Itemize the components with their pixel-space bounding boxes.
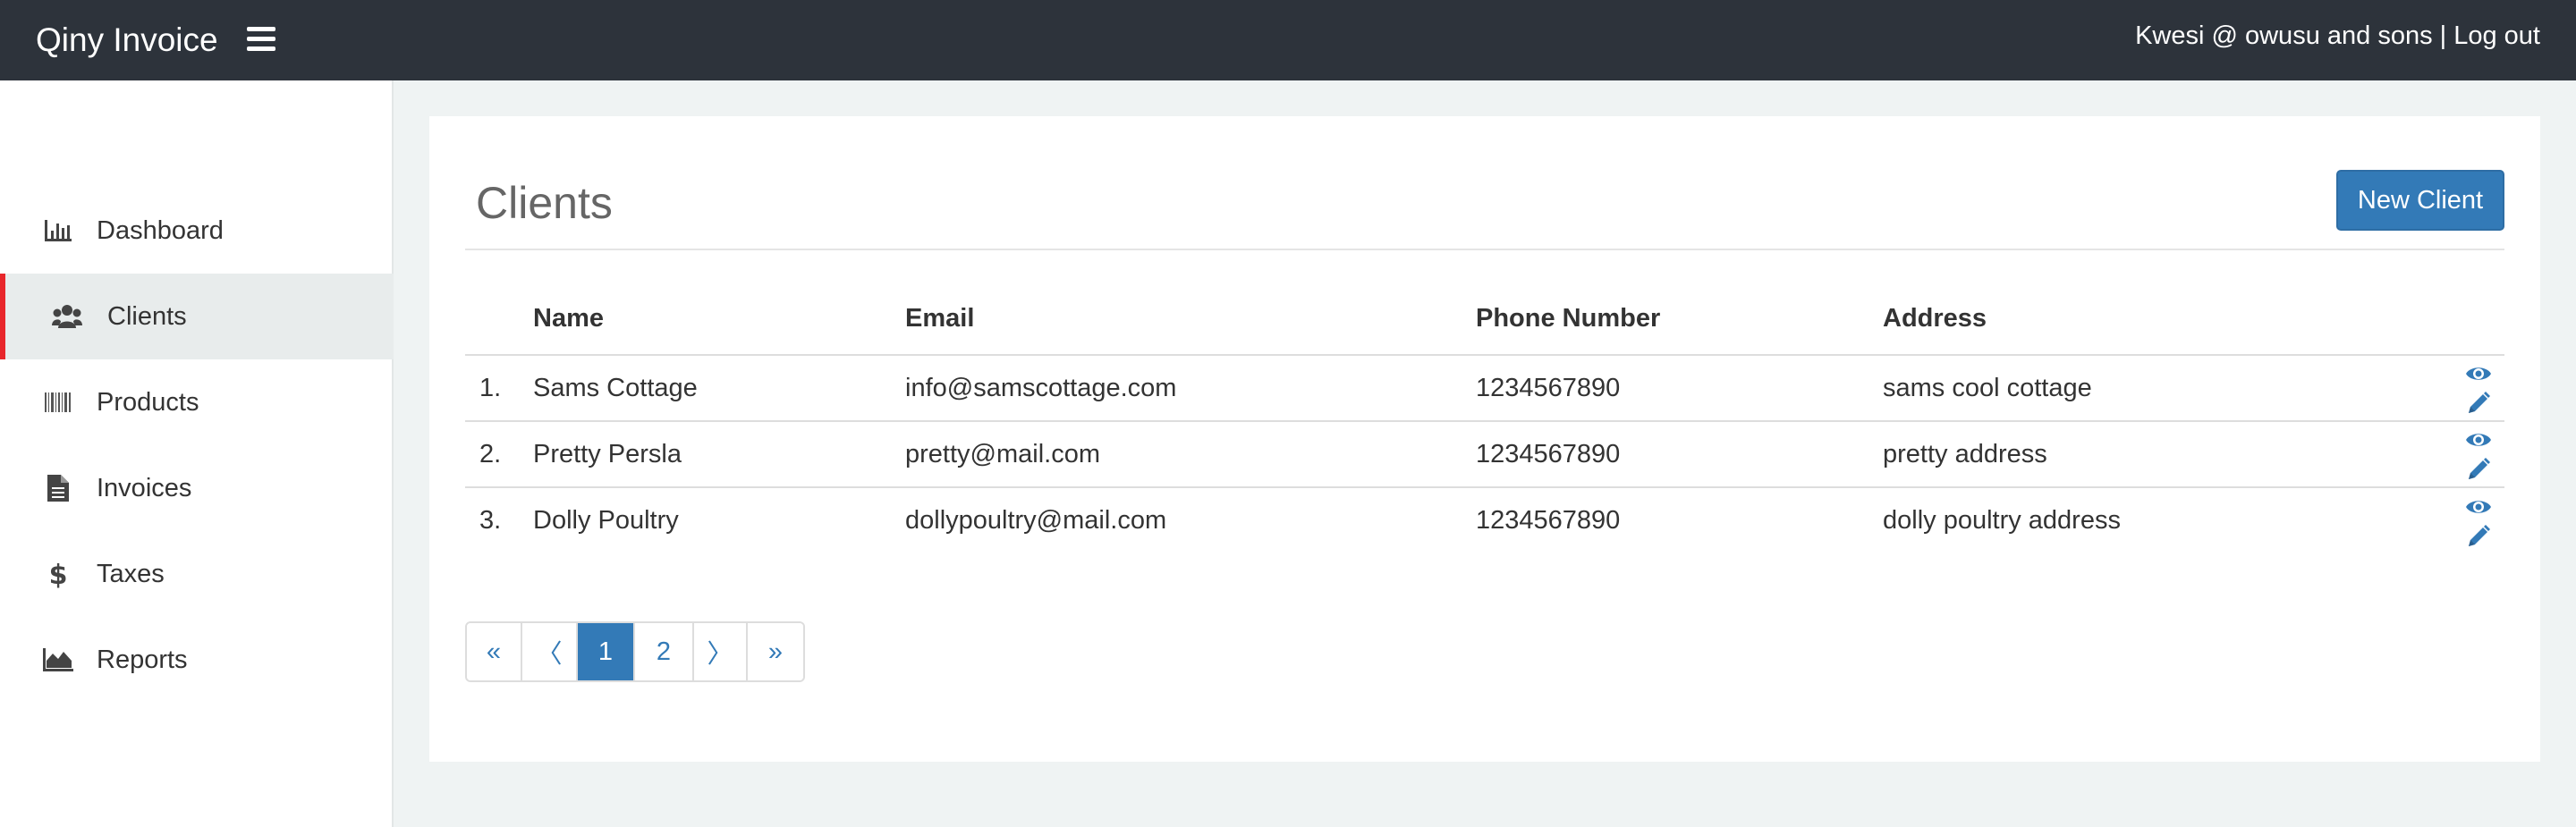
client-phone: 1234567890 <box>1476 421 1883 488</box>
pencil-icon[interactable] <box>2465 456 2492 483</box>
sidebar-item-reports[interactable]: Reports <box>0 617 394 703</box>
title-divider <box>465 249 2504 250</box>
client-name: Pretty Persla <box>533 421 905 488</box>
top-navbar: Qiny Invoice Kwesi @ owusu and sons | Lo… <box>0 0 2576 80</box>
eye-icon[interactable] <box>2465 360 2492 387</box>
row-index: 2. <box>465 421 533 488</box>
column-header-actions <box>2379 283 2504 356</box>
row-index: 3. <box>479 506 502 535</box>
row-index: 1. <box>465 355 533 422</box>
pagination-page-1[interactable]: 1 <box>578 623 635 680</box>
column-header-address: Address <box>1883 283 2379 356</box>
logout-link[interactable]: Log out <box>2453 21 2540 50</box>
barcode-icon <box>43 387 73 418</box>
sidebar-item-dashboard[interactable]: Dashboard <box>0 188 394 274</box>
eye-icon[interactable] <box>2465 494 2492 520</box>
pencil-icon[interactable] <box>2465 523 2492 550</box>
column-header-email: Email <box>905 283 1476 356</box>
column-header-name: Name <box>533 283 905 356</box>
client-name: Sams Cottage <box>533 355 905 422</box>
client-address: sams cool cottage <box>1883 355 2379 422</box>
sidebar-item-clients[interactable]: Clients <box>0 274 394 359</box>
sidebar-item-label: Invoices <box>97 473 192 502</box>
users-icon <box>52 301 82 332</box>
row-actions <box>2379 487 2504 553</box>
sidebar-item-invoices[interactable]: Invoices <box>0 445 394 531</box>
sidebar: Dashboard Clients Products Invoices $ Ta… <box>0 80 394 827</box>
table-row: 2. Pretty Persla pretty@mail.com 1234567… <box>465 421 2504 488</box>
new-client-button[interactable]: New Client <box>2336 170 2504 231</box>
page-title: Clients <box>476 178 613 228</box>
clients-table: Name Email Phone Number Address 1. Sams … <box>465 283 2504 553</box>
table-row: 1. Sams Cottage info@samscottage.com 123… <box>465 355 2504 422</box>
client-address: pretty address <box>1883 421 2379 488</box>
user-label: Kwesi @ owusu and sons <box>2135 21 2433 50</box>
row-actions <box>2379 421 2504 488</box>
app-brand[interactable]: Qiny Invoice <box>36 20 218 61</box>
sidebar-item-taxes[interactable]: $ Taxes <box>0 531 394 617</box>
pagination-prev[interactable]: 〈 <box>522 623 578 680</box>
pagination: « 〈 1 2 〉 » <box>465 621 805 682</box>
column-header-index <box>465 283 533 356</box>
pagination-first[interactable]: « <box>467 623 522 680</box>
pagination-next[interactable]: 〉 <box>694 623 748 680</box>
sidebar-item-label: Dashboard <box>97 215 224 245</box>
client-email: dollypoultry@mail.com <box>905 506 1167 535</box>
user-area: Kwesi @ owusu and sons | Log out <box>2135 20 2540 52</box>
area-chart-icon <box>43 645 73 675</box>
client-address: dolly poultry address <box>1883 506 2121 535</box>
pencil-icon[interactable] <box>2465 390 2492 417</box>
client-phone: 1234567890 <box>1476 355 1883 422</box>
bar-chart-icon <box>43 215 73 246</box>
client-email: pretty@mail.com <box>905 421 1476 488</box>
client-phone: 1234567890 <box>1476 506 1621 535</box>
sidebar-item-products[interactable]: Products <box>0 359 394 445</box>
dollar-icon: $ <box>43 559 73 589</box>
client-email: info@samscottage.com <box>905 355 1476 422</box>
client-name: Dolly Poultry <box>533 506 679 535</box>
user-separator: | <box>2432 21 2454 50</box>
eye-icon[interactable] <box>2465 426 2492 453</box>
svg-text:$: $ <box>49 560 68 588</box>
column-header-phone: Phone Number <box>1476 283 1883 356</box>
sidebar-item-label: Clients <box>107 301 187 331</box>
sidebar-item-label: Taxes <box>97 559 165 588</box>
file-text-icon <box>43 473 73 503</box>
clients-panel: Clients New Client Name Email Phone Numb… <box>429 116 2540 762</box>
table-row: 3. Dolly Poultry dollypoultry@mail.com 1… <box>465 487 2504 553</box>
table-header-row: Name Email Phone Number Address <box>465 283 2504 356</box>
pagination-last[interactable]: » <box>748 623 803 680</box>
menu-toggle-icon[interactable] <box>247 27 275 54</box>
pagination-page-2[interactable]: 2 <box>635 623 694 680</box>
row-actions <box>2379 355 2504 422</box>
sidebar-item-label: Reports <box>97 645 188 674</box>
sidebar-item-label: Products <box>97 387 199 417</box>
